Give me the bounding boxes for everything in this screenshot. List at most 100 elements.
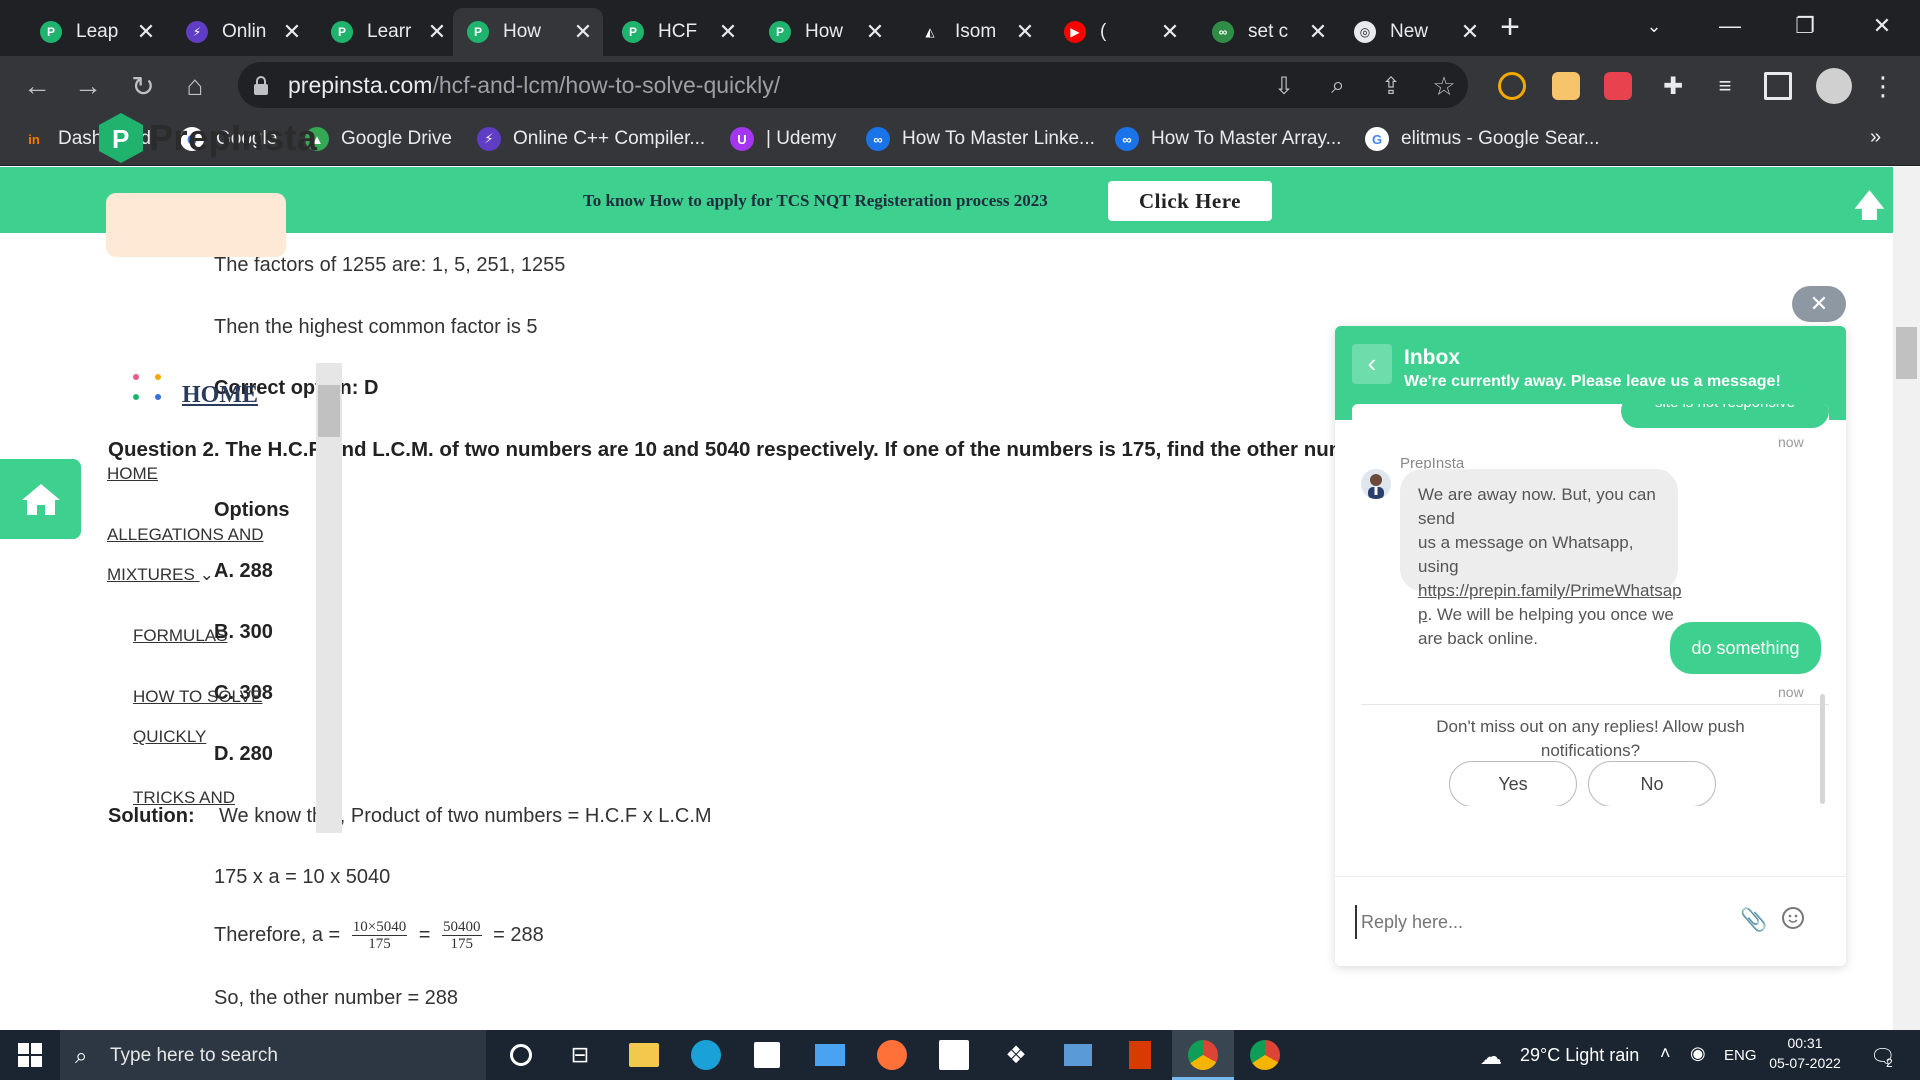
- tab-6[interactable]: ◭ Isom ✕: [905, 8, 1045, 56]
- dots-extension-icon[interactable]: [1604, 72, 1632, 100]
- reply-input[interactable]: [1355, 905, 1735, 939]
- emoji-icon[interactable]: [1782, 907, 1804, 929]
- tab-1[interactable]: ⚡ Onlin ✕: [172, 8, 312, 56]
- tab-close-icon[interactable]: ✕: [280, 19, 304, 44]
- tab-close-icon[interactable]: ✕: [571, 19, 595, 44]
- sidebar-scrollbar-thumb[interactable]: [318, 385, 340, 437]
- edge-icon[interactable]: [687, 1036, 725, 1074]
- chrome-profile-icon[interactable]: [1246, 1036, 1284, 1074]
- home-fab-button[interactable]: [0, 459, 81, 539]
- prepinsta-logo[interactable]: P PrepInsta: [97, 111, 318, 165]
- profile-avatar[interactable]: [1816, 68, 1852, 104]
- nav-link-formulas[interactable]: FORMULAS: [133, 626, 227, 646]
- page-scrollbar[interactable]: [1893, 167, 1920, 1030]
- chat-back-button[interactable]: ‹: [1352, 344, 1392, 384]
- install-app-icon[interactable]: ⇩: [1267, 69, 1301, 103]
- side-panel-icon[interactable]: [1764, 72, 1792, 100]
- lock-icon[interactable]: [253, 76, 269, 96]
- close-window-button[interactable]: ✕: [1852, 6, 1912, 46]
- chat-scrollbar[interactable]: [1820, 694, 1825, 804]
- network-app-icon[interactable]: [1059, 1036, 1097, 1074]
- tab-2[interactable]: P Learr ✕: [317, 8, 457, 56]
- tab-close-icon[interactable]: ✕: [863, 19, 887, 44]
- nav-link-allegations[interactable]: ALLEGATIONS AND: [107, 525, 264, 545]
- tab-close-icon[interactable]: ✕: [1306, 19, 1330, 44]
- bookmark-label: | Udemy: [766, 128, 837, 149]
- nav-link-mixtures[interactable]: MIXTURES ⌄: [107, 565, 214, 585]
- cortana-icon[interactable]: [502, 1036, 540, 1074]
- language-indicator[interactable]: ENG: [1724, 1047, 1757, 1064]
- prepinsta-icon: P: [40, 21, 62, 43]
- file-explorer-icon[interactable]: [625, 1036, 663, 1074]
- bookmark-star-icon[interactable]: ☆: [1427, 69, 1461, 103]
- nav-link-quickly[interactable]: QUICKLY: [133, 727, 206, 747]
- bookmark-item[interactable]: ∞ How To Master Array...: [1115, 127, 1341, 151]
- tab-label: How: [503, 21, 542, 42]
- chat-messages[interactable]: site is not responsive now PrepInsta We …: [1352, 404, 1829, 806]
- back-button[interactable]: ←: [20, 69, 54, 103]
- nav-link-tricks[interactable]: TRICKS AND: [133, 788, 235, 808]
- tab-close-icon[interactable]: ✕: [1158, 19, 1182, 44]
- office-icon[interactable]: [1121, 1036, 1159, 1074]
- windows-start-icon[interactable]: [18, 1043, 42, 1067]
- restore-button[interactable]: ❐: [1775, 6, 1835, 46]
- home-icon[interactable]: ⌂: [178, 69, 212, 103]
- task-view-icon[interactable]: ⊟: [561, 1036, 599, 1074]
- allow-push-yes-button[interactable]: Yes: [1449, 761, 1577, 806]
- tray-chevron-up-icon[interactable]: ˄: [1660, 1043, 1671, 1064]
- nav-link-home[interactable]: HOME: [107, 464, 158, 484]
- bookmark-item[interactable]: ▲ Google Drive: [305, 127, 452, 151]
- location-icon[interactable]: ◉: [1690, 1043, 1706, 1064]
- amazon-icon[interactable]: [935, 1036, 973, 1074]
- reading-list-icon[interactable]: ≡: [1708, 69, 1742, 103]
- tab-close-icon[interactable]: ✕: [1013, 19, 1037, 44]
- extensions-puzzle-icon[interactable]: ✚: [1656, 69, 1690, 103]
- attach-paperclip-icon[interactable]: 📎: [1740, 907, 1767, 933]
- weather-text[interactable]: 29°C Light rain: [1520, 1045, 1639, 1066]
- new-tab-button[interactable]: +: [1493, 10, 1527, 46]
- timer-extension-icon[interactable]: [1498, 72, 1526, 100]
- dropbox-icon[interactable]: ❖: [997, 1036, 1035, 1074]
- chrome-icon[interactable]: [1184, 1036, 1222, 1074]
- tab-search-chevron-icon[interactable]: ⌄: [1624, 6, 1684, 46]
- allow-push-no-button[interactable]: No: [1588, 761, 1716, 806]
- tab-7[interactable]: ▶ (✕: [1050, 8, 1190, 56]
- whatsapp-link[interactable]: https://prepin.family/PrimeWhatsap: [1418, 581, 1682, 600]
- store-icon[interactable]: [748, 1036, 786, 1074]
- scroll-to-top-arrow-icon[interactable]: 🡅: [1853, 183, 1886, 223]
- home-chip-label[interactable]: HOME: [182, 382, 258, 409]
- menu-kebab-icon[interactable]: ⋮: [1866, 69, 1900, 103]
- chat-close-button[interactable]: ✕: [1792, 286, 1846, 322]
- nav-link-how-to-solve[interactable]: HOW TO SOLVE: [133, 687, 262, 707]
- page-scrollbar-thumb[interactable]: [1896, 327, 1917, 379]
- home-chip[interactable]: [106, 193, 286, 257]
- tab-4[interactable]: P HCF ✕: [608, 8, 748, 56]
- tab-9[interactable]: ◎ New ✕: [1340, 8, 1490, 56]
- tab-close-icon[interactable]: ✕: [134, 19, 158, 44]
- more-bookmarks-chevron-icon[interactable]: »: [1870, 126, 1881, 149]
- tab-close-icon[interactable]: ✕: [716, 19, 740, 44]
- tab-close-icon[interactable]: ✕: [425, 19, 449, 44]
- tab-3[interactable]: P How ✕: [453, 8, 603, 56]
- bookmark-item[interactable]: U | Udemy: [730, 127, 836, 151]
- clipboard-extension-icon[interactable]: [1552, 72, 1580, 100]
- tab-5[interactable]: P How ✕: [755, 8, 895, 56]
- mail-icon[interactable]: [811, 1036, 849, 1074]
- tab-0[interactable]: P Leap ✕: [26, 8, 166, 56]
- bookmark-item[interactable]: Gelitmus - Google Sear...: [1365, 127, 1600, 151]
- tab-close-icon[interactable]: ✕: [1458, 19, 1482, 44]
- search-icon: ⌕: [75, 1043, 88, 1068]
- reload-button[interactable]: ↻: [126, 69, 160, 103]
- tab-8[interactable]: ∞ set c ✕: [1198, 8, 1338, 56]
- url-text[interactable]: prepinsta.com/hcf-and-lcm/how-to-solve-q…: [288, 72, 780, 99]
- firefox-icon[interactable]: [873, 1036, 911, 1074]
- zoom-icon[interactable]: ⌕: [1321, 69, 1355, 103]
- share-icon[interactable]: ⇪: [1374, 69, 1408, 103]
- bookmark-item[interactable]: ⚡ Online C++ Compiler...: [477, 127, 705, 151]
- weather-cloud-icon[interactable]: ☁: [1480, 1044, 1502, 1070]
- forward-button[interactable]: →: [71, 69, 105, 103]
- clock[interactable]: 00:31 05-07-2022: [1769, 1035, 1841, 1071]
- minimize-button[interactable]: —: [1700, 6, 1760, 46]
- click-here-button[interactable]: Click Here: [1108, 181, 1272, 221]
- bookmark-item[interactable]: ∞ How To Master Linke...: [866, 127, 1095, 151]
